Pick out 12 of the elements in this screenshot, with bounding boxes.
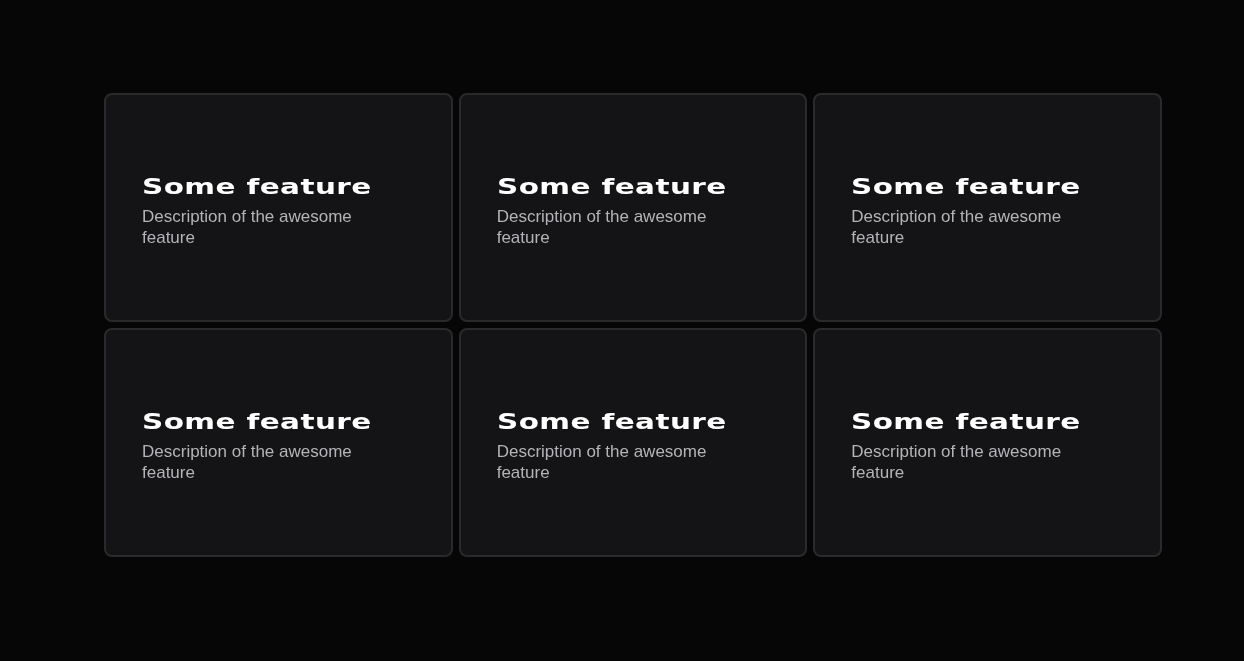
feature-description: Description of the awesome feature [142,205,353,248]
feature-title: Some feature [851,175,1081,200]
feature-description: Description of the awesome feature [851,205,1063,248]
feature-description: Description of the awesome feature [496,440,708,483]
feature-description: Description of the awesome feature [496,205,708,248]
feature-title: Some feature [142,410,372,435]
feature-title: Some feature [142,175,372,200]
feature-description: Description of the awesome feature [851,440,1063,483]
feature-title: Some feature [496,410,727,435]
feature-title: Some feature [851,410,1081,435]
feature-description: Description of the awesome feature [142,440,353,483]
feature-title: Some feature [496,175,727,200]
